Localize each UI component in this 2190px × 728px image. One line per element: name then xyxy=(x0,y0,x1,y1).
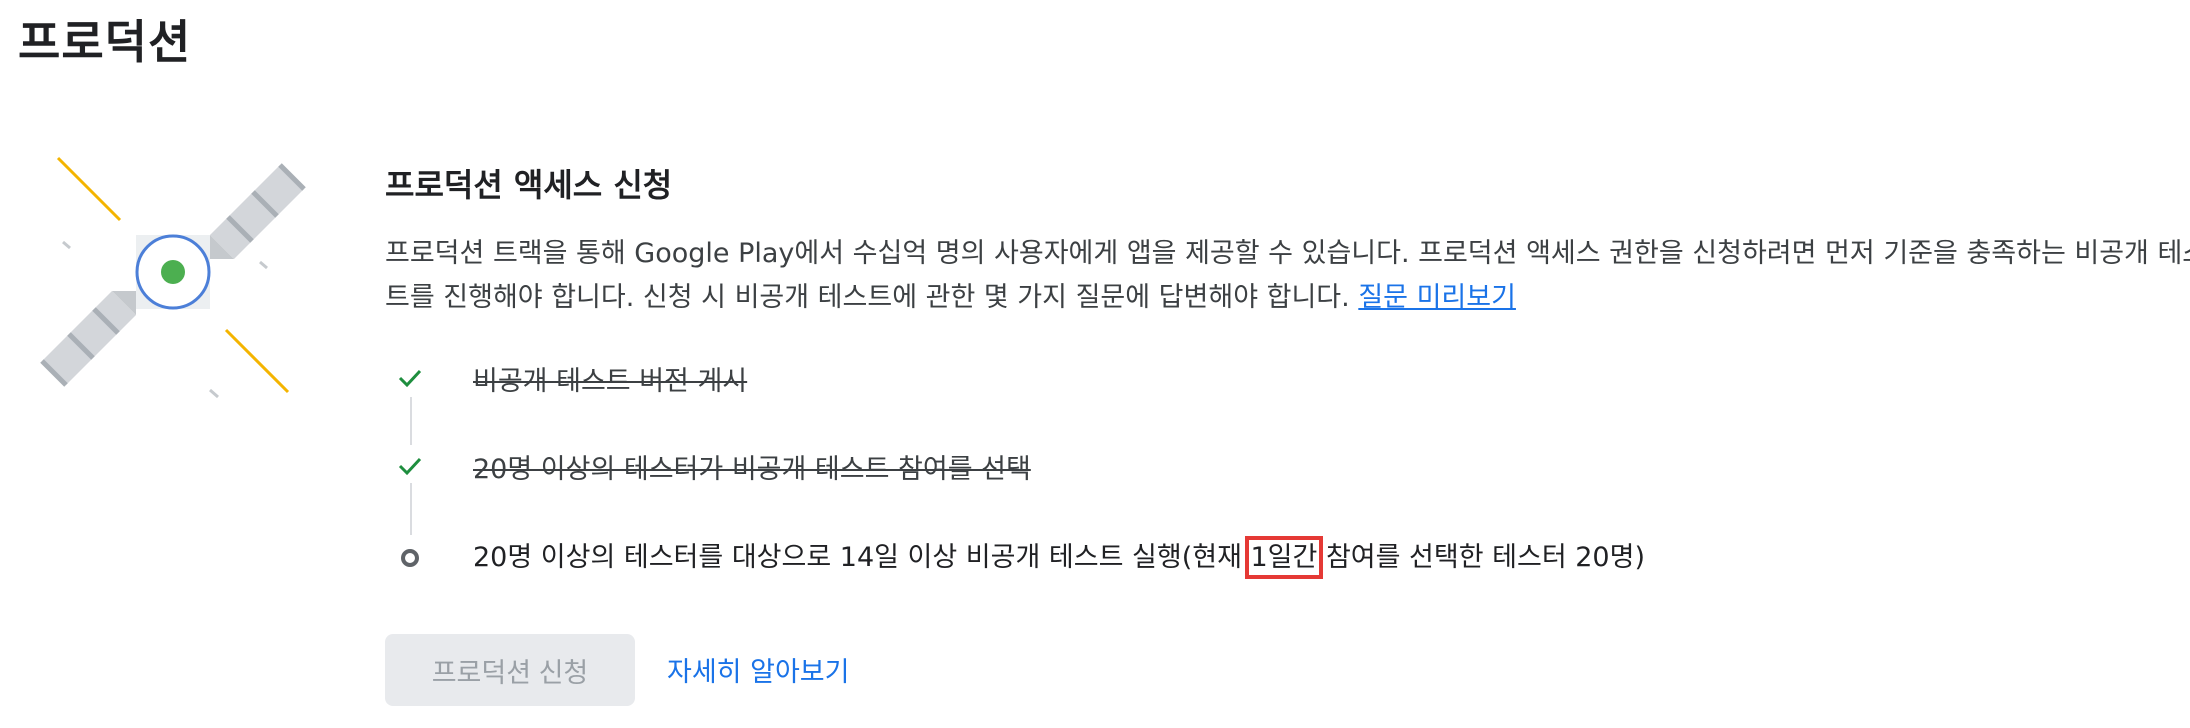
step-label-prefix: 20명 이상의 테스터를 대상으로 14일 이상 비공개 테스트 실행(현재 xyxy=(473,542,1251,573)
requirements-checklist: 비공개 테스트 버전 게시 20명 이상의 테스터가 비공개 테스트 참여를 선… xyxy=(385,355,2185,615)
step-label: 비공개 테스트 버전 게시 xyxy=(473,366,748,397)
satellite-illustration xyxy=(28,130,318,420)
description-line: 프로덕션 트랙을 통해 Google Play에서 수십억 명의 사용자에게 앱… xyxy=(385,238,2190,269)
satellite-icon xyxy=(40,156,306,399)
check-icon xyxy=(398,369,422,388)
description-text: 트를 진행해야 합니다. 신청 시 비공개 테스트에 관한 몇 가지 질문에 답… xyxy=(385,282,1350,313)
step-label: 20명 이상의 테스터를 대상으로 14일 이상 비공개 테스트 실행(현재 1… xyxy=(473,535,1645,579)
step-label: 20명 이상의 테스터가 비공개 테스트 참여를 선택 xyxy=(473,454,1031,485)
step-connector xyxy=(410,397,412,445)
apply-production-button[interactable]: 프로덕션 신청 xyxy=(385,634,635,706)
page-title: 프로덕션 xyxy=(18,15,192,69)
step-label-suffix: 참여를 선택한 테스터 20명) xyxy=(1317,542,1645,573)
step-connector xyxy=(410,483,412,535)
circle-icon xyxy=(401,549,419,567)
days-highlight: 1일간 xyxy=(1244,536,1324,579)
check-icon xyxy=(398,457,422,476)
preview-questions-link[interactable]: 질문 미리보기 xyxy=(1358,282,1516,313)
section-title: 프로덕션 액세스 신청 xyxy=(385,166,673,204)
description-line-2: 트를 진행해야 합니다. 신청 시 비공개 테스트에 관한 몇 가지 질문에 답… xyxy=(385,276,2175,320)
learn-more-link[interactable]: 자세히 알아보기 xyxy=(667,650,849,689)
section-description: 프로덕션 트랙을 통해 Google Play에서 수십억 명의 사용자에게 앱… xyxy=(385,232,2190,320)
